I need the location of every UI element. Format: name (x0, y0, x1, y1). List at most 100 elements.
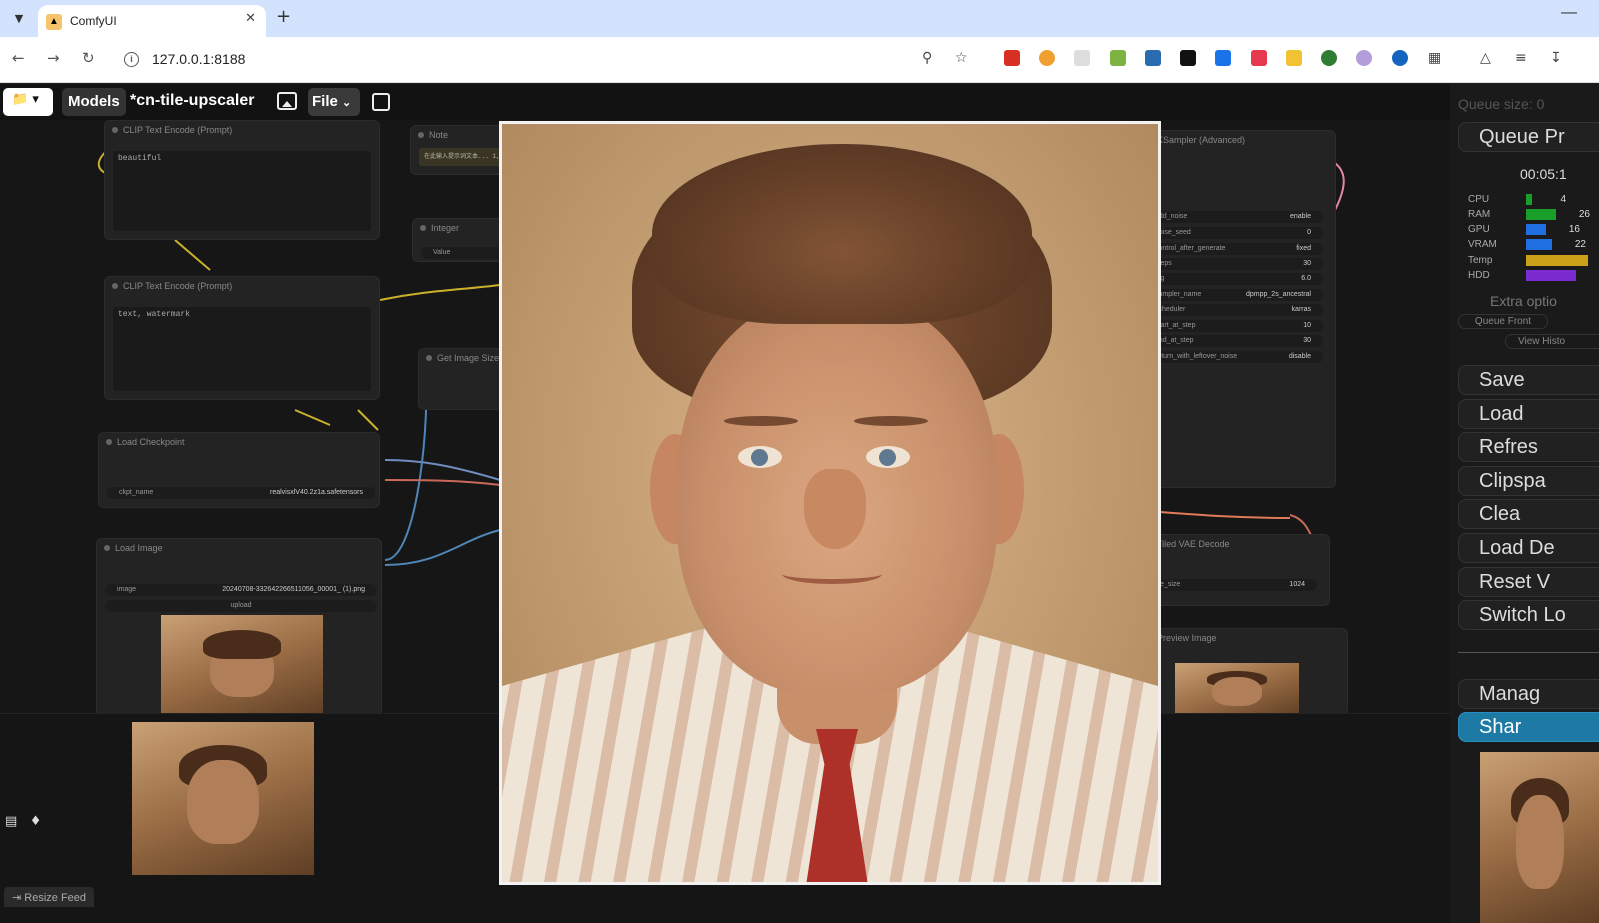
node-title: Preview Image (1157, 633, 1217, 643)
feed-bell-icon[interactable]: ♦ (30, 814, 42, 829)
widget-value: 20240708-332642266511056_00001_ (1).png (222, 586, 365, 593)
clear-button[interactable]: Clea (1458, 499, 1599, 529)
new-tab-icon[interactable]: + (276, 6, 291, 27)
ksampler-advanced-node[interactable]: KSampler (Advanced) add_noise enable nois… (1138, 130, 1336, 488)
reset-view-button[interactable]: Reset V (1458, 567, 1599, 597)
view-history-button[interactable]: View Histo (1505, 334, 1599, 349)
extension-icon[interactable] (1039, 50, 1055, 66)
ksampler-widget[interactable]: add_noise enable (1143, 211, 1323, 223)
save-button[interactable]: Save (1458, 365, 1599, 395)
image-icon[interactable] (277, 92, 297, 110)
labs-flask-icon[interactable]: △ (1480, 50, 1491, 66)
widget-label: sampler_name (1155, 291, 1202, 298)
queue-side-panel: Queue size: 0 Queue Pr 00:05:1 CPU 4 RAM 2… (1450, 84, 1599, 923)
preview-image-node[interactable]: Preview Image (1138, 628, 1348, 717)
clip-text-encode-negative-node[interactable]: CLIP Text Encode (Prompt) text, watermar… (104, 276, 380, 400)
prompt-textarea[interactable]: text, watermark (113, 307, 371, 391)
forward-icon[interactable]: → (47, 49, 60, 67)
back-icon[interactable]: ← (12, 49, 25, 67)
node-title: CLIP Text Encode (Prompt) (123, 125, 233, 135)
side-panel-image-thumbnail[interactable] (1480, 752, 1599, 923)
switch-locale-button[interactable]: Switch Lo (1458, 600, 1599, 630)
node-title: Note (429, 130, 449, 140)
extensions-puzzle-icon[interactable]: ▦ (1428, 50, 1441, 66)
extension-icon[interactable] (1286, 50, 1302, 66)
extension-icon[interactable] (1356, 50, 1372, 66)
file-menu-button[interactable]: File ⌄ (308, 88, 360, 116)
ksampler-widget[interactable]: end_at_step 30 (1143, 335, 1323, 347)
ksampler-widget[interactable]: control_after_generate fixed (1143, 243, 1323, 255)
stat-label: VRAM (1468, 239, 1497, 250)
collapse-dot-icon[interactable] (418, 132, 424, 138)
models-button[interactable]: Models (62, 88, 126, 116)
zoom-icon[interactable]: ⚲ (922, 50, 932, 66)
feed-list-icon[interactable]: ▤ (5, 814, 17, 829)
queue-size-label: Queue size: 0 (1458, 96, 1545, 112)
ksampler-widget[interactable]: steps 30 (1143, 258, 1323, 270)
ksampler-widget[interactable]: start_at_step 10 (1143, 320, 1323, 332)
extension-icon[interactable] (1215, 50, 1231, 66)
node-title: Load Checkpoint (117, 437, 185, 447)
tile-size-widget[interactable]: tile_size 1024 (1143, 579, 1317, 591)
collapse-dot-icon[interactable] (112, 127, 118, 133)
extra-options-label[interactable]: Extra optio (1490, 293, 1557, 309)
extension-icon[interactable] (1074, 50, 1090, 66)
collapse-dot-icon[interactable] (104, 545, 110, 551)
ksampler-widget[interactable]: noise_seed 0 (1143, 227, 1323, 239)
bookmark-star-icon[interactable]: ☆ (955, 50, 968, 66)
image-lightbox[interactable] (499, 121, 1161, 885)
ksampler-widget[interactable]: cfg6.0 (1143, 273, 1323, 285)
load-button[interactable]: Load (1458, 399, 1599, 429)
address-bar[interactable]: 127.0.0.1:8188 (152, 51, 245, 67)
queue-front-button[interactable]: Queue Front (1458, 314, 1548, 329)
ksampler-widget[interactable]: scheduler karras (1143, 304, 1323, 316)
load-checkpoint-node[interactable]: Load Checkpoint ckpt_name realvisxlV40.2z… (98, 432, 380, 508)
refresh-button[interactable]: Refres (1458, 432, 1599, 462)
queue-prompt-button[interactable]: Queue Pr (1458, 122, 1599, 152)
extension-icon[interactable] (1321, 50, 1337, 66)
extension-icon[interactable] (1392, 50, 1408, 66)
browser-tab-bar: ▼ ▲ ComfyUI ✕ + — (0, 0, 1599, 37)
prompt-textarea[interactable]: beautiful (113, 151, 371, 231)
reload-icon[interactable]: ↻ (82, 49, 95, 67)
collapse-dot-icon[interactable] (426, 355, 432, 361)
load-image-node[interactable]: Load Image image 20240708-332642266511056… (96, 538, 382, 718)
extension-icon[interactable] (1110, 50, 1126, 66)
node-title: CLIP Text Encode (Prompt) (123, 281, 233, 291)
site-info-icon[interactable]: i (124, 52, 139, 67)
image-select-widget[interactable]: image 20240708-332642266511056_00001_ (1)… (105, 584, 377, 596)
resize-feed-button[interactable]: ⇥ Resize Feed (4, 887, 95, 907)
minimize-window-icon[interactable]: — (1561, 4, 1577, 22)
clip-text-encode-positive-node[interactable]: CLIP Text Encode (Prompt) beautiful (104, 120, 380, 240)
widget-value: 30 (1303, 260, 1311, 267)
extension-icon[interactable] (1180, 50, 1196, 66)
collapse-dot-icon[interactable] (106, 439, 112, 445)
extension-icon[interactable] (1004, 50, 1020, 66)
browser-tab[interactable]: ▲ ComfyUI ✕ (38, 5, 266, 37)
tab-search-chevron-icon[interactable]: ▼ (8, 8, 30, 30)
ksampler-widget[interactable]: sampler_name dpmpp_2s_ancestral (1143, 289, 1323, 301)
vram-bar: 22 (1526, 239, 1586, 250)
collapse-dot-icon[interactable] (420, 225, 426, 231)
download-icon[interactable]: ↧ (1550, 50, 1562, 66)
ksampler-widget[interactable]: return_with_leftover_noise disable (1143, 351, 1323, 363)
ckpt-name-widget[interactable]: ckpt_name realvisxlV40.2z1a.safetensors (107, 487, 375, 499)
workflows-folder-button[interactable]: 📁 ▾ (3, 88, 53, 116)
extension-icon[interactable] (1251, 50, 1267, 66)
tiled-vae-decode-node[interactable]: Tiled VAE Decode tile_size 1024 (1138, 534, 1330, 606)
share-button[interactable]: Shar (1458, 712, 1599, 742)
temp-bar: 5 (1526, 255, 1588, 266)
clipspace-button[interactable]: Clipspa (1458, 466, 1599, 496)
extension-icon[interactable] (1145, 50, 1161, 66)
comfyui-favicon-icon: ▲ (46, 14, 62, 30)
load-default-button[interactable]: Load De (1458, 533, 1599, 563)
close-tab-icon[interactable]: ✕ (245, 11, 256, 26)
reading-list-icon[interactable]: ≡ (1515, 50, 1527, 66)
save-workflow-icon[interactable] (372, 93, 390, 111)
feed-image-thumbnail[interactable] (132, 722, 314, 875)
collapse-dot-icon[interactable] (112, 283, 118, 289)
upload-button[interactable]: upload (105, 600, 377, 612)
hdd-stat: HDD 43 (1468, 270, 1599, 282)
ram-stat: RAM 26 (1468, 209, 1590, 221)
manager-button[interactable]: Manag (1458, 679, 1599, 709)
